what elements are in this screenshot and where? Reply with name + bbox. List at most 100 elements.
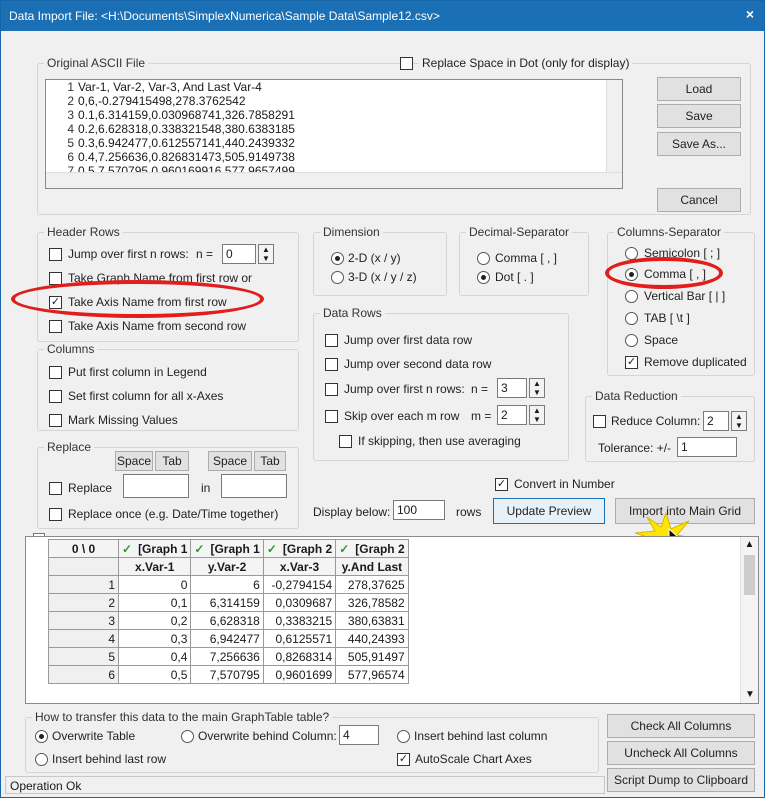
dimension-3d-radio[interactable] [331, 271, 344, 284]
replace-tab-button-2[interactable]: Tab [254, 451, 286, 471]
remove-duplicated-checkbox[interactable]: ✓ [625, 356, 638, 369]
grid-cell[interactable]: 0,4 [117, 647, 192, 666]
jump-first-rows-checkbox[interactable] [49, 248, 62, 261]
grid-cell[interactable]: 380,63831 [335, 611, 409, 630]
header-n-spinner[interactable]: ▲ ▼ [258, 244, 274, 264]
convert-number-checkbox[interactable]: ✓ [495, 478, 508, 491]
replace-from-field[interactable] [123, 474, 189, 498]
column-checked-icon[interactable]: ✓ [194, 542, 204, 556]
overwrite-behind-radio[interactable] [181, 730, 194, 743]
grid-cell[interactable]: 326,78582 [335, 593, 409, 612]
autoscale-checkbox[interactable]: ✓ [397, 753, 410, 766]
data-n-field[interactable]: 3 [497, 378, 527, 398]
first-x-checkbox[interactable] [49, 390, 62, 403]
decimal-comma-radio[interactable] [477, 252, 490, 265]
grid-cell[interactable]: 6,314159 [190, 593, 264, 612]
dimension-2d-radio[interactable] [331, 252, 344, 265]
grid-cell[interactable]: -0,2794154 [262, 575, 337, 594]
sep-space-radio[interactable] [625, 334, 638, 347]
grid-row-index[interactable]: 2 [48, 593, 119, 612]
replace-space-button-1[interactable]: Space [115, 451, 153, 471]
save-button[interactable]: Save [657, 104, 741, 128]
grid-scroll-down-icon[interactable]: ▼ [741, 687, 758, 703]
grid-cell[interactable]: 0,0309687 [262, 593, 337, 612]
averaging-checkbox[interactable] [339, 435, 352, 448]
insert-row-radio[interactable] [35, 753, 48, 766]
grid-scroll-up-icon[interactable]: ▲ [741, 537, 758, 553]
grid-cell[interactable]: 0,5 [117, 665, 192, 684]
grid-cell[interactable]: 440,24393 [335, 629, 409, 648]
overwrite-table-radio[interactable] [35, 730, 48, 743]
grid-graph-header[interactable]: ✓ [Graph 2 [262, 539, 337, 558]
grid-graph-header[interactable]: ✓ [Graph 1 [190, 539, 264, 558]
grid-row-index[interactable]: 6 [48, 665, 119, 684]
preview-grid[interactable]: 0 \ 0 ✓ [Graph 1 ✓ [Graph 1 ✓ [Graph 2 ✓ [Graph … [25, 536, 759, 704]
decimal-dot-radio[interactable] [477, 271, 490, 284]
grid-column-name[interactable]: y.And Last [335, 557, 409, 576]
grid-row-index[interactable]: 3 [48, 611, 119, 630]
load-button[interactable]: Load [657, 77, 741, 101]
ascii-vscrollbar[interactable] [606, 80, 622, 174]
data-m-field[interactable]: 2 [497, 405, 527, 425]
grid-vscrollbar[interactable]: ▲ ▼ [740, 537, 758, 703]
replace-space-button-2[interactable]: Space [208, 451, 252, 471]
grid-row-index[interactable]: 5 [48, 647, 119, 666]
reduce-column-field[interactable]: 2 [703, 411, 729, 431]
legend-checkbox[interactable] [49, 366, 62, 379]
grid-column-name[interactable]: x.Var-1 [117, 557, 192, 576]
data-n-spinner[interactable]: ▲ ▼ [529, 378, 545, 398]
jump-n-rows-checkbox[interactable] [325, 383, 338, 396]
grid-scroll-thumb[interactable] [744, 555, 755, 595]
grid-cell[interactable]: 0,3383215 [262, 611, 337, 630]
script-dump-button[interactable]: Script Dump to Clipboard [607, 768, 755, 792]
close-icon[interactable]: × [746, 6, 754, 22]
display-below-field[interactable]: 100 [393, 500, 445, 520]
uncheck-all-columns-button[interactable]: Uncheck All Columns [607, 741, 755, 765]
missing-values-checkbox[interactable] [49, 414, 62, 427]
sep-tab-radio[interactable] [625, 312, 638, 325]
replace-space-checkbox[interactable] [400, 57, 413, 70]
grid-cell[interactable]: 0,6125571 [262, 629, 337, 648]
skip-each-m-checkbox[interactable] [325, 410, 338, 423]
skip-first-data-row-checkbox[interactable] [325, 334, 338, 347]
column-checked-icon[interactable]: ✓ [339, 542, 349, 556]
grid-cell[interactable]: 6,628318 [190, 611, 264, 630]
replace-once-checkbox[interactable] [49, 508, 62, 521]
reduce-column-checkbox[interactable] [593, 415, 606, 428]
grid-row-index[interactable]: 1 [48, 575, 119, 594]
reduce-column-spinner[interactable]: ▲ ▼ [731, 411, 747, 431]
check-all-columns-button[interactable]: Check All Columns [607, 714, 755, 738]
grid-cell[interactable]: 505,91497 [335, 647, 409, 666]
data-m-spinner[interactable]: ▲ ▼ [529, 405, 545, 425]
overwrite-column-field[interactable]: 4 [339, 725, 379, 745]
cancel-button[interactable]: Cancel [657, 188, 741, 212]
grid-graph-header[interactable]: ✓ [Graph 1 [117, 539, 192, 558]
grid-cell[interactable]: 0,3 [117, 629, 192, 648]
grid-row-index[interactable]: 4 [48, 629, 119, 648]
insert-column-radio[interactable] [397, 730, 410, 743]
replace-checkbox[interactable] [49, 482, 62, 495]
column-checked-icon[interactable]: ✓ [122, 542, 132, 556]
grid-graph-header[interactable]: ✓ [Graph 2 [335, 539, 409, 558]
grid-cell[interactable]: 0 [117, 575, 192, 594]
sep-bar-radio[interactable] [625, 290, 638, 303]
grid-column-name[interactable]: y.Var-2 [190, 557, 264, 576]
grid-cell[interactable]: 6 [190, 575, 264, 594]
grid-cell[interactable]: 577,96574 [335, 665, 409, 684]
grid-cell[interactable]: 0,8268314 [262, 647, 337, 666]
grid-cell[interactable]: 6,942477 [190, 629, 264, 648]
replace-tab-button-1[interactable]: Tab [155, 451, 189, 471]
ascii-hscrollbar[interactable] [46, 172, 622, 188]
grid-cell[interactable]: 0,9601699 [262, 665, 337, 684]
skip-second-data-row-checkbox[interactable] [325, 358, 338, 371]
replace-to-field[interactable] [221, 474, 287, 498]
ascii-text-area[interactable]: 1 Var-1, Var-2, Var-3, And Last Var-4 2 0,6… [45, 79, 623, 189]
axis-second-row-checkbox[interactable] [49, 320, 62, 333]
save-as-button[interactable]: Save As... [657, 132, 741, 156]
grid-cell[interactable]: 0,1 [117, 593, 192, 612]
header-n-field[interactable]: 0 [222, 244, 256, 264]
tolerance-field[interactable]: 1 [677, 437, 737, 457]
grid-cell[interactable]: 7,570795 [190, 665, 264, 684]
grid-cell[interactable]: 278,37625 [335, 575, 409, 594]
grid-cell[interactable]: 0,2 [117, 611, 192, 630]
